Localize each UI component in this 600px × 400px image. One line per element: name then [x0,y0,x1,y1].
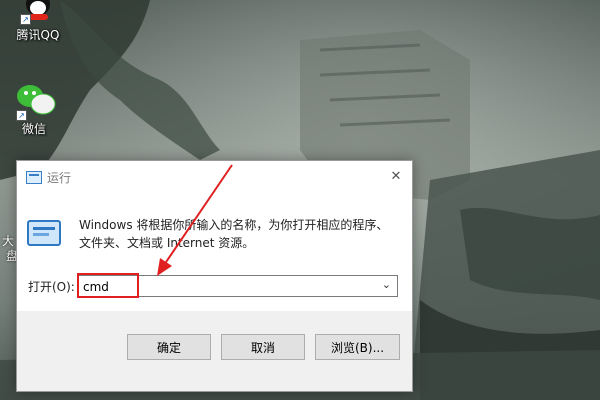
open-input[interactable] [83,279,373,295]
run-app-icon [26,171,42,184]
shortcut-arrow-icon: ↗ [16,110,27,121]
dialog-description: Windows 将根据你所输入的名称，为你打开相应的程序、 文件夹、文档或 In… [79,216,399,252]
open-combobox[interactable]: ⌄ [78,275,398,297]
desktop-icon-qq[interactable]: ↗ 腾讯QQ [6,0,70,42]
close-button[interactable]: ✕ [380,161,412,193]
dialog-title: 运行 [47,171,72,185]
description-line: Windows 将根据你所输入的名称，为你打开相应的程序、 [79,218,389,232]
desktop-icon-wechat[interactable]: ↗ 微信 [2,80,66,136]
button-bar: 确定 取消 浏览(B)... [17,311,412,391]
shortcut-arrow-icon: ↗ [20,14,31,25]
desktop-icon-label: 微信 [21,122,46,136]
browse-button[interactable]: 浏览(B)... [315,334,400,360]
title-bar[interactable]: 运行 ✕ [17,161,412,193]
run-program-icon [27,220,61,246]
chevron-down-icon[interactable]: ⌄ [382,278,391,291]
run-dialog: 运行 ✕ Windows 将根据你所输入的名称，为你打开相应的程序、 文件夹、文… [16,160,413,392]
ok-button[interactable]: 确定 [127,334,211,360]
cancel-button[interactable]: 取消 [221,334,305,360]
desktop-icon-label: 腾讯QQ [16,28,60,42]
description-line: 文件夹、文档或 Internet 资源。 [79,236,255,250]
open-label: 打开(O): [28,280,75,294]
